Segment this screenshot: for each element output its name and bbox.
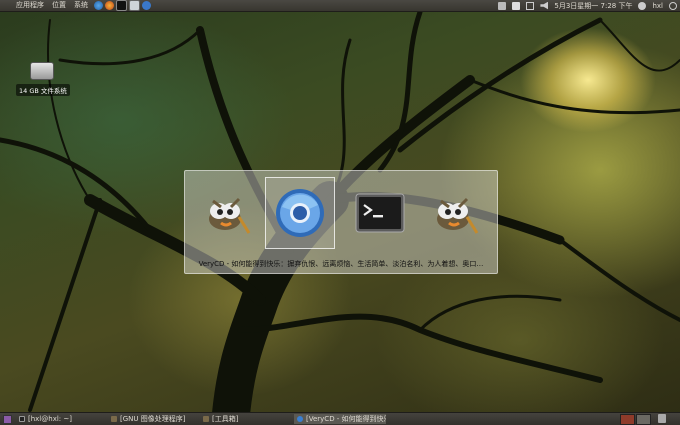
mail-icon[interactable] (512, 1, 521, 10)
gimp-icon (437, 197, 479, 234)
chromium-icon (297, 416, 303, 422)
firefox-launcher-icon[interactable] (105, 1, 114, 10)
taskbar-item-browser[interactable]: [VeryCD - 如何能得到快乐 (294, 414, 386, 424)
switcher-window-title: VeryCD - 如何能得到快乐：摒弃仇恨、远离烦恼、生活简单、淡泊名利、为人着… (198, 260, 484, 268)
terminal-icon (355, 193, 405, 233)
terminal-icon (19, 416, 25, 422)
terminal-launcher-icon[interactable] (116, 0, 127, 11)
clock[interactable]: 5月3日星期一 7:28 下午 (551, 1, 635, 11)
places-menu[interactable]: 位置 (48, 0, 70, 11)
switcher-item-gimp[interactable] (191, 177, 261, 249)
switcher-item-terminal[interactable] (345, 177, 415, 249)
chromium-launcher-icon[interactable] (94, 1, 103, 10)
volume-icon[interactable] (540, 1, 549, 10)
taskbar-item-label: [hxl@hxl: ~] (28, 415, 72, 423)
taskbar-item-toolbox[interactable]: [工具箱] (200, 414, 292, 424)
taskbar-item-label: [工具箱] (212, 415, 239, 423)
hard-drive-icon (30, 62, 54, 80)
show-desktop-icon[interactable] (3, 415, 12, 424)
gimp-icon (209, 197, 251, 234)
gimp-icon (111, 416, 117, 422)
top-panel: 应用程序 位置 系统 5月3日星期一 7:28 下午 hxl (0, 0, 680, 12)
taskbar-item-gimp[interactable]: [GNU 图像处理程序] (108, 414, 200, 424)
taskbar-item-terminal[interactable]: [hxl@hxl: ~] (16, 414, 108, 424)
keyboard-icon[interactable] (498, 1, 507, 10)
taskbar-item-label: [GNU 图像处理程序] (120, 415, 186, 423)
workspace-switcher-1[interactable] (620, 414, 635, 425)
system-tray: 5月3日星期一 7:28 下午 hxl (495, 0, 680, 11)
switcher-item-chromium[interactable] (265, 177, 335, 249)
trash-icon[interactable] (658, 414, 666, 423)
switcher-item-gimp-2[interactable] (419, 177, 489, 249)
desktop-drive-icon[interactable]: 14 GB 文件系统 (16, 62, 70, 96)
bottom-panel: [hxl@hxl: ~] [GNU 图像处理程序] [工具箱] [VeryCD … (0, 412, 680, 425)
taskbar-item-label: [VeryCD - 如何能得到快乐 (306, 415, 386, 423)
workspace-switcher-2[interactable] (636, 414, 651, 425)
user-name[interactable]: hxl (649, 2, 666, 10)
gimp-icon (203, 416, 209, 422)
chromium-icon (276, 189, 324, 237)
network-icon[interactable] (526, 1, 535, 10)
drive-label: 14 GB 文件系统 (16, 84, 70, 96)
help-launcher-icon[interactable] (142, 1, 151, 10)
applications-menu[interactable]: 应用程序 (0, 0, 48, 11)
mail-launcher-icon[interactable] (129, 0, 140, 11)
power-icon[interactable] (669, 1, 677, 10)
window-switcher: VeryCD - 如何能得到快乐：摒弃仇恨、远离烦恼、生活简单、淡泊名利、为人着… (184, 170, 498, 274)
system-menu[interactable]: 系统 (70, 0, 92, 11)
user-icon (638, 1, 647, 10)
